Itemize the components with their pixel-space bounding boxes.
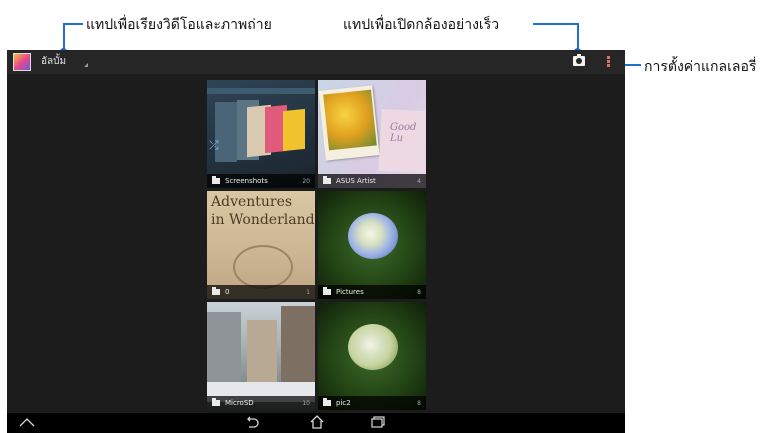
album-grid: ⤮ Screenshots 20 Good Lu ASUS Artist 4 A…	[207, 80, 426, 410]
album-caption: Pictures 8	[318, 285, 426, 299]
album-thumbnail	[207, 302, 315, 410]
album-thumbnail: ⤮	[207, 80, 315, 188]
folder-icon	[212, 398, 220, 406]
album-caption: Screenshots 20	[207, 174, 315, 188]
recents-icon[interactable]	[371, 416, 385, 432]
album-tile-screenshots[interactable]: ⤮ Screenshots 20	[207, 80, 315, 188]
gallery-icon[interactable]	[13, 53, 31, 71]
album-tile-pic2[interactable]: pic2 8	[318, 302, 426, 410]
album-tile-asus-artist[interactable]: Good Lu ASUS Artist 4	[318, 80, 426, 188]
album-sort-dropdown[interactable]: อัลบั้ม	[41, 54, 66, 69]
album-name: 0	[225, 288, 230, 296]
callout-camera-text: แทปเพื่อเปิดกล้องอย่างเร็ว	[343, 17, 500, 33]
album-count: 1	[306, 288, 310, 296]
callout-sort-text: แทปเพื่อเรียงวิดีโอและภาพถ่าย	[86, 17, 272, 33]
folder-icon	[323, 176, 331, 184]
album-thumbnail: Good Lu	[318, 80, 426, 188]
album-name: Pictures	[336, 288, 364, 296]
asus-thumb-text: Good Lu	[390, 122, 417, 144]
callout-sort-line-h	[63, 23, 83, 25]
folder-icon	[323, 287, 331, 295]
album-name: MicroSD	[225, 399, 254, 407]
album-tile-pictures[interactable]: Pictures 8	[318, 191, 426, 299]
chevron-up-icon[interactable]	[19, 417, 35, 431]
gallery-screen: อัลบั้ม ⤮ Screenshots 20 Good Lu ASUS Ar…	[7, 50, 625, 433]
album-count: 8	[417, 288, 421, 296]
callout-settings-text: การตั้งค่าแกลเลอรี่	[644, 59, 757, 75]
album-name: Screenshots	[225, 177, 268, 185]
album-tile-microsd[interactable]: MicroSD 10	[207, 302, 315, 410]
album-thumbnail: Adventures in Wonderland	[207, 191, 315, 299]
album-count: 4	[417, 177, 421, 185]
back-icon[interactable]	[245, 416, 259, 432]
album-thumbnail	[318, 302, 426, 410]
album-name: ASUS Artist	[336, 177, 376, 185]
adventures-title: Adventures in Wonderland	[211, 194, 315, 228]
system-nav-bar	[7, 413, 625, 433]
camera-icon[interactable]	[573, 54, 585, 66]
album-caption: pic2 8	[318, 396, 426, 410]
folder-icon	[323, 398, 331, 406]
folder-icon	[212, 176, 220, 184]
album-count: 20	[302, 177, 310, 185]
action-bar: อัลบั้ม	[7, 50, 625, 74]
album-tile-0[interactable]: Adventures in Wonderland 0 1	[207, 191, 315, 299]
album-thumbnail	[318, 191, 426, 299]
album-caption: MicroSD 10	[207, 396, 315, 410]
dropdown-indicator-icon	[84, 63, 88, 67]
album-caption: ASUS Artist 4	[318, 174, 426, 188]
callout-camera-line-v	[577, 23, 579, 51]
album-caption: 0 1	[207, 285, 315, 299]
folder-icon	[212, 287, 220, 295]
album-count: 8	[417, 399, 421, 407]
callout-camera-line-h	[533, 23, 579, 25]
album-name: pic2	[336, 399, 351, 407]
overflow-menu-icon[interactable]	[607, 56, 610, 68]
album-count: 10	[302, 399, 310, 407]
home-icon[interactable]	[310, 415, 324, 433]
